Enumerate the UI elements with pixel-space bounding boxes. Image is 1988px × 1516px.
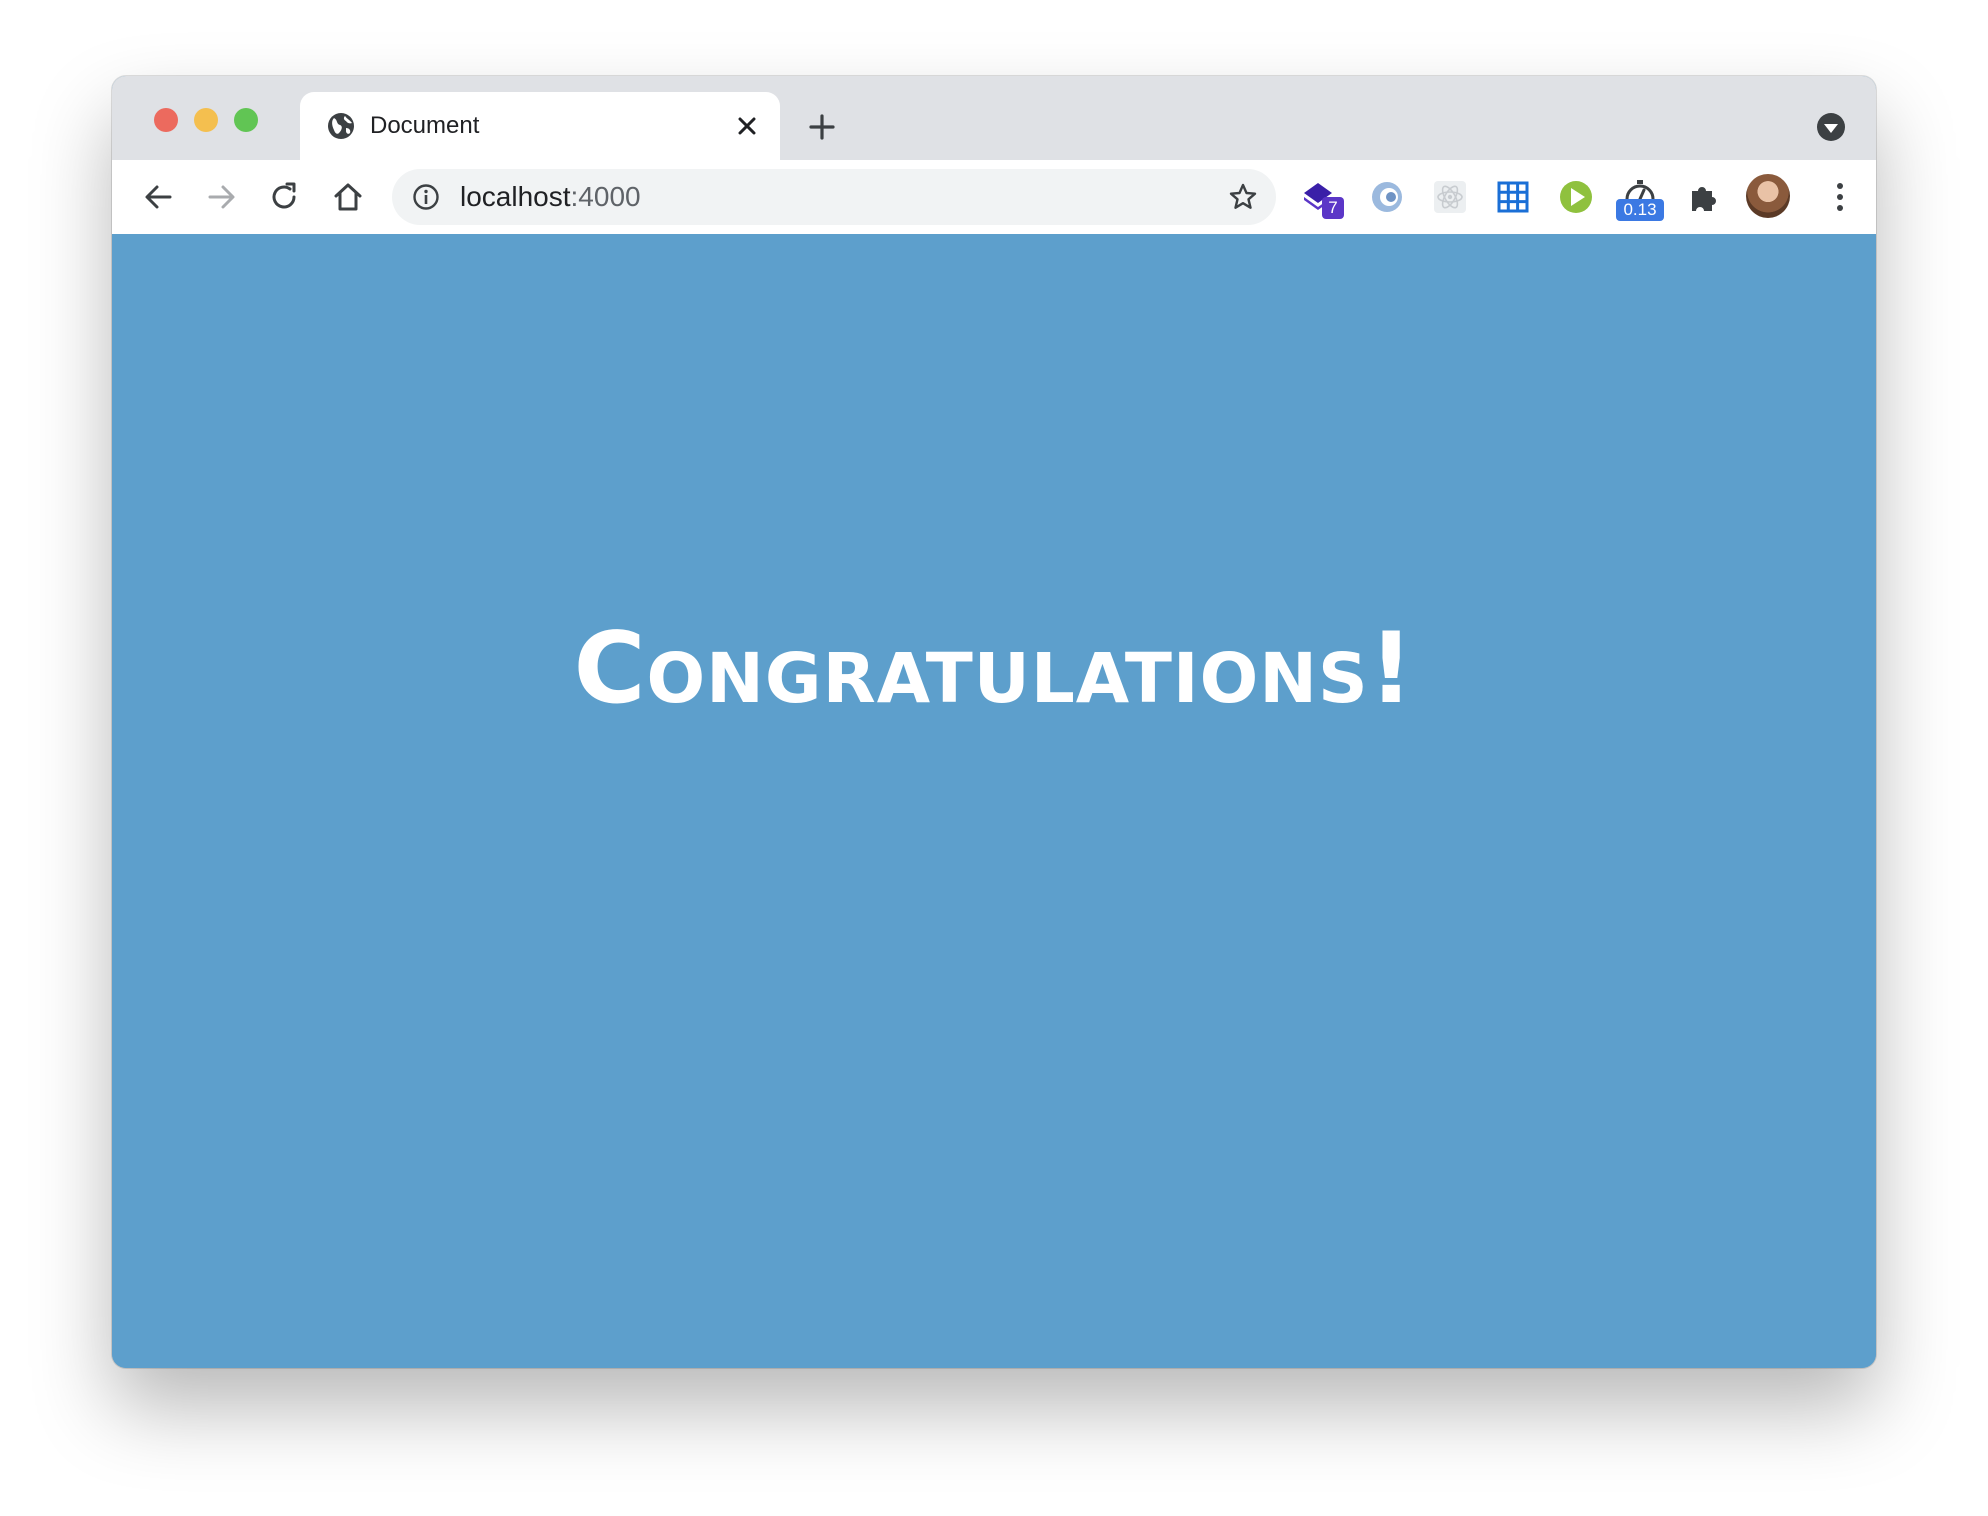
stacked-diamond-extension-icon[interactable]: 7 (1300, 175, 1344, 219)
tab-title: Document (370, 112, 480, 139)
new-tab-icon[interactable] (806, 111, 838, 143)
toolbar: localhost:4000 7 0.13 (112, 160, 1876, 235)
maximize-window-button[interactable] (234, 108, 258, 132)
extension-badge-count: 7 (1322, 197, 1344, 219)
minimize-window-button[interactable] (194, 108, 218, 132)
bookmark-star-icon[interactable] (1228, 182, 1258, 212)
forward-arrow-icon[interactable] (204, 179, 240, 215)
tab-search-icon[interactable] (1816, 112, 1846, 142)
timer-extension-icon[interactable]: 0.13 (1616, 175, 1664, 221)
close-tab-icon[interactable] (734, 113, 760, 139)
puzzle-extensions-icon[interactable] (1682, 175, 1726, 219)
more-menu-icon[interactable] (1820, 177, 1860, 217)
address-bar[interactable]: localhost:4000 (392, 169, 1276, 225)
blue-orb-extension-icon[interactable] (1365, 175, 1409, 219)
green-play-extension-icon[interactable] (1554, 175, 1598, 219)
page-content: Congratulations! (112, 234, 1876, 1368)
grid-extension-icon[interactable] (1491, 175, 1535, 219)
tab-strip: Document (112, 76, 1876, 160)
url-port: :4000 (570, 181, 641, 212)
back-arrow-icon[interactable] (140, 179, 176, 215)
globe-icon (326, 111, 356, 141)
site-info-icon[interactable] (412, 183, 440, 211)
url-text[interactable]: localhost:4000 (460, 183, 641, 211)
react-devtools-extension-icon[interactable] (1428, 175, 1472, 219)
tab-document[interactable]: Document (300, 92, 780, 160)
browser-window: Document localhost:4000 7 0.13 Congratul… (112, 76, 1876, 1368)
profile-avatar[interactable] (1746, 174, 1790, 218)
timer-badge: 0.13 (1616, 199, 1664, 221)
url-host: localhost (460, 181, 571, 212)
close-window-button[interactable] (154, 108, 178, 132)
page-headline: Congratulations! (573, 612, 1415, 726)
reload-icon[interactable] (266, 179, 302, 215)
home-icon[interactable] (330, 179, 366, 215)
